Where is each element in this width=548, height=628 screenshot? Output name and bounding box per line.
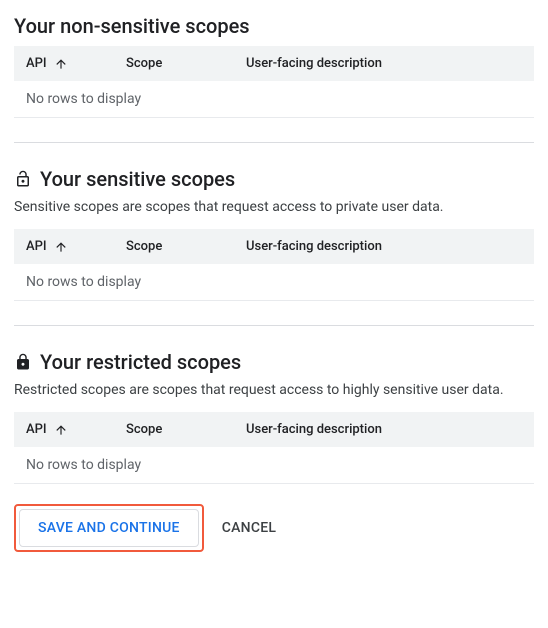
column-header-scope[interactable]: Scope: [114, 412, 234, 447]
column-header-description[interactable]: User-facing description: [234, 412, 534, 447]
column-header-description[interactable]: User-facing description: [234, 46, 534, 81]
lock-closed-icon: [14, 353, 32, 371]
action-buttons: Save and Continue Cancel: [14, 504, 534, 552]
restricted-scopes-title: Your restricted scopes: [40, 350, 241, 374]
sensitive-scopes-title: Your sensitive scopes: [40, 167, 235, 191]
empty-message: No rows to display: [14, 264, 534, 301]
cancel-button[interactable]: Cancel: [222, 520, 276, 536]
restricted-scopes-table: API Scope User-facing description No row…: [14, 412, 534, 484]
sensitive-scopes-section: Your sensitive scopes Sensitive scopes a…: [14, 167, 534, 301]
sensitive-scopes-table: API Scope User-facing description No row…: [14, 229, 534, 301]
empty-row: No rows to display: [14, 447, 534, 484]
section-divider: [14, 142, 534, 143]
empty-message: No rows to display: [14, 81, 534, 118]
column-header-scope[interactable]: Scope: [114, 229, 234, 264]
arrow-upward-icon: [54, 57, 68, 71]
arrow-upward-icon: [54, 240, 68, 254]
arrow-upward-icon: [54, 423, 68, 437]
column-header-api-label: API: [26, 239, 47, 254]
column-header-description[interactable]: User-facing description: [234, 229, 534, 264]
column-header-api-label: API: [26, 56, 47, 71]
section-divider: [14, 325, 534, 326]
empty-message: No rows to display: [14, 447, 534, 484]
empty-row: No rows to display: [14, 81, 534, 118]
column-header-api[interactable]: API: [14, 229, 114, 264]
column-header-scope[interactable]: Scope: [114, 46, 234, 81]
column-header-api[interactable]: API: [14, 46, 114, 81]
column-header-api-label: API: [26, 422, 47, 437]
non-sensitive-scopes-table: API Scope User-facing description No row…: [14, 46, 534, 118]
save-and-continue-button[interactable]: Save and Continue: [19, 509, 199, 547]
non-sensitive-scopes-title: Your non-sensitive scopes: [14, 14, 250, 38]
restricted-scopes-description: Restricted scopes are scopes that reques…: [14, 382, 534, 398]
save-button-highlight: Save and Continue: [14, 504, 204, 552]
empty-row: No rows to display: [14, 264, 534, 301]
lock-open-icon: [14, 170, 32, 188]
column-header-api[interactable]: API: [14, 412, 114, 447]
restricted-scopes-section: Your restricted scopes Restricted scopes…: [14, 350, 534, 484]
sensitive-scopes-description: Sensitive scopes are scopes that request…: [14, 199, 534, 215]
non-sensitive-scopes-section: Your non-sensitive scopes API Scope User…: [14, 14, 534, 118]
